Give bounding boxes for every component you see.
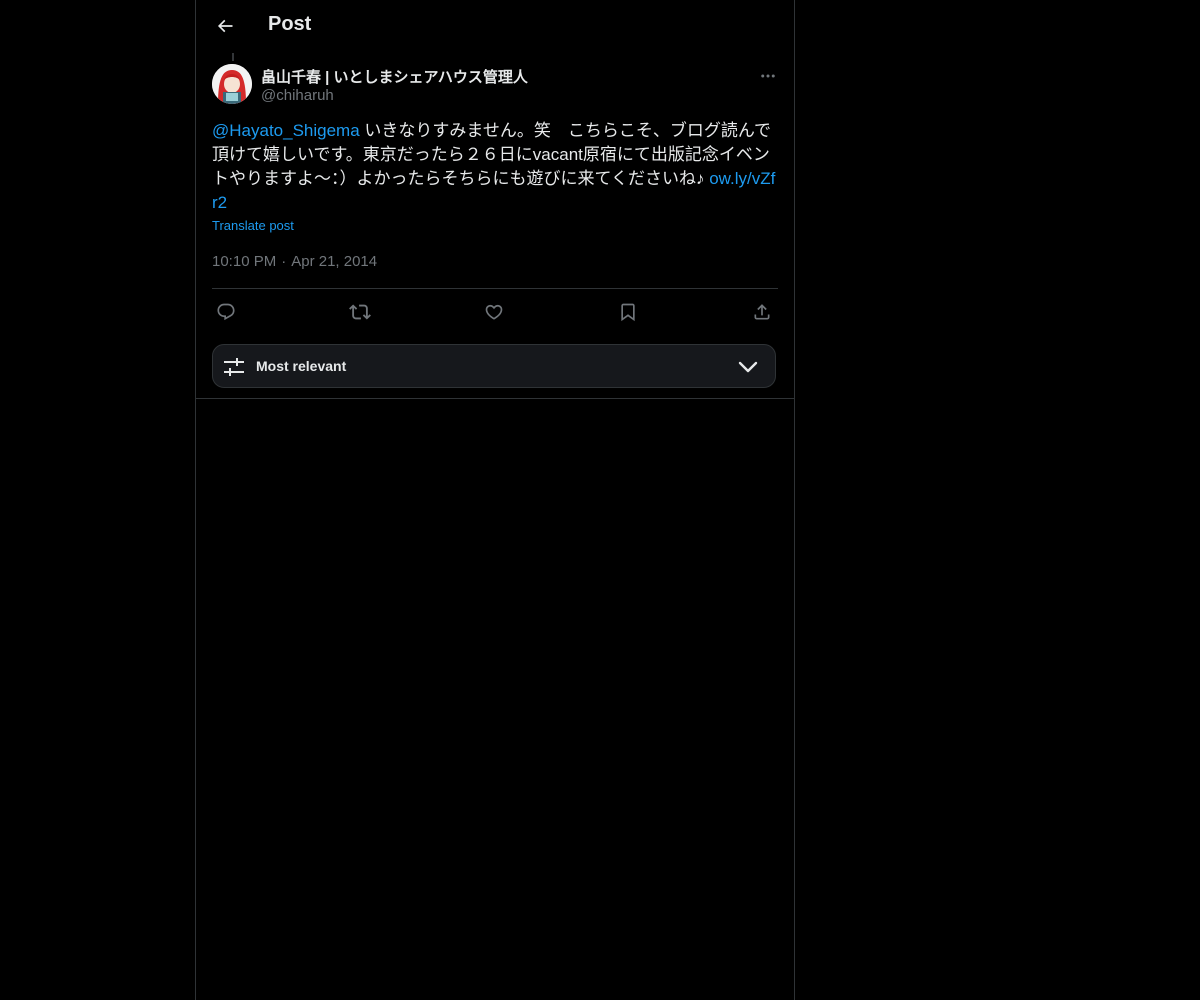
reply-button[interactable] bbox=[212, 298, 240, 326]
like-button[interactable] bbox=[480, 298, 508, 326]
translate-post-link[interactable]: Translate post bbox=[212, 218, 294, 233]
repost-icon bbox=[349, 301, 371, 323]
post-meta: 10:10 PM · Apr 21, 2014 bbox=[212, 253, 377, 270]
section-divider bbox=[196, 398, 794, 399]
arrow-left-icon bbox=[215, 16, 235, 36]
page-title: Post bbox=[268, 13, 312, 35]
author-handle[interactable]: @chiharuh bbox=[261, 87, 334, 104]
avatar[interactable] bbox=[212, 64, 252, 104]
header: Post bbox=[196, 0, 794, 53]
sliders-icon bbox=[223, 356, 245, 378]
bookmark-button[interactable] bbox=[614, 298, 642, 326]
repost-button[interactable] bbox=[346, 298, 374, 326]
main-column: Post 畠山千春 | いとしまシェアハウス管理人 @chiharuh @Hay… bbox=[195, 0, 795, 1000]
action-bar bbox=[212, 298, 778, 326]
more-icon bbox=[759, 67, 777, 85]
reply-icon bbox=[216, 302, 236, 322]
share-icon bbox=[752, 302, 772, 322]
post-text: @Hayato_Shigema いきなりすみません。笑 こちらこそ、ブログ読んで… bbox=[212, 119, 778, 215]
more-options-button[interactable] bbox=[756, 64, 780, 88]
thread-connector bbox=[232, 53, 234, 61]
post-time[interactable]: 10:10 PM bbox=[212, 253, 276, 270]
share-button[interactable] bbox=[748, 298, 776, 326]
post-date[interactable]: Apr 21, 2014 bbox=[291, 253, 377, 270]
meta-separator: · bbox=[281, 253, 287, 270]
mention-link[interactable]: @Hayato_Shigema bbox=[212, 121, 360, 140]
chevron-down-icon bbox=[737, 357, 759, 377]
author-name[interactable]: 畠山千春 | いとしまシェアハウス管理人 bbox=[261, 66, 528, 87]
bookmark-icon bbox=[618, 302, 638, 322]
sort-replies-dropdown[interactable]: Most relevant bbox=[212, 344, 776, 388]
heart-icon bbox=[484, 302, 504, 322]
back-button[interactable] bbox=[208, 9, 242, 43]
sort-label: Most relevant bbox=[256, 358, 347, 374]
divider bbox=[212, 288, 778, 289]
